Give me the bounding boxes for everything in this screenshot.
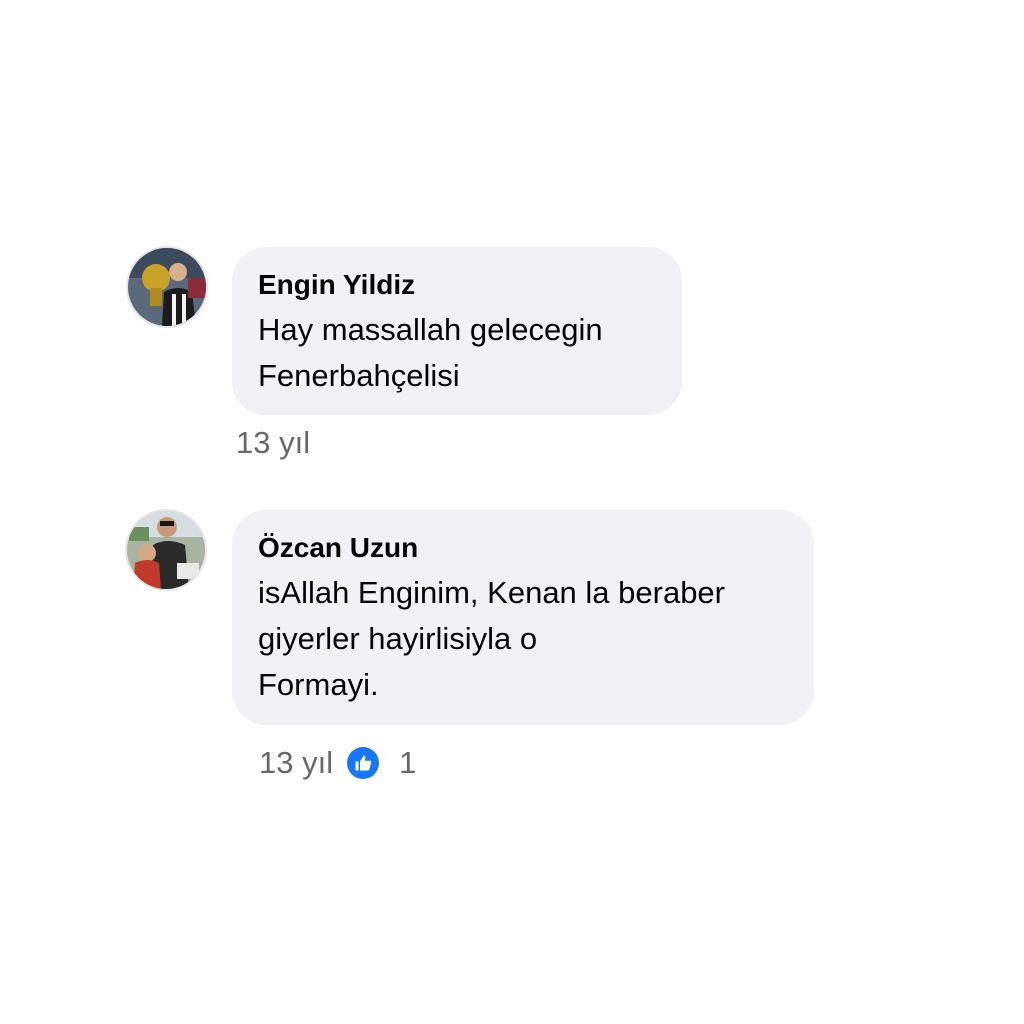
comment-author[interactable]: Engin Yildiz (258, 269, 415, 301)
thumbs-up-icon (355, 755, 372, 771)
avatar[interactable] (127, 511, 205, 589)
comment-meta: 13 yıl 1 (259, 745, 416, 781)
comment-text-line: isAllah Enginim, Kenan la beraber (258, 575, 725, 610)
comment-bubble[interactable]: Engin Yildiz Hay massallah gelecegin Fen… (232, 247, 682, 415)
comment-text-line: Hay massallah gelecegin (258, 312, 603, 347)
profile-photo-icon (127, 511, 205, 589)
reaction-count[interactable]: 1 (399, 745, 416, 781)
comment-timestamp[interactable]: 13 yıl (259, 745, 333, 781)
comment-text-line: Fenerbahçelisi (258, 358, 460, 393)
comment-text: isAllah Enginim, Kenan la beraber giyerl… (258, 570, 725, 708)
profile-photo-icon (128, 248, 206, 326)
comment-text: Hay massallah gelecegin Fenerbahçelisi (258, 307, 603, 399)
comment-text-line: Formayi. (258, 667, 379, 702)
comment-meta: 13 yıl (236, 425, 310, 461)
comment-timestamp[interactable]: 13 yıl (236, 425, 310, 461)
comment-author[interactable]: Özcan Uzun (258, 532, 418, 564)
comment-bubble[interactable]: Özcan Uzun isAllah Enginim, Kenan la ber… (232, 510, 814, 725)
comment-text-line: giyerler hayirlisiyla o (258, 621, 538, 656)
like-icon[interactable] (347, 747, 380, 779)
avatar[interactable] (128, 248, 206, 326)
comments-section: Engin Yildiz Hay massallah gelecegin Fen… (0, 0, 1024, 1024)
